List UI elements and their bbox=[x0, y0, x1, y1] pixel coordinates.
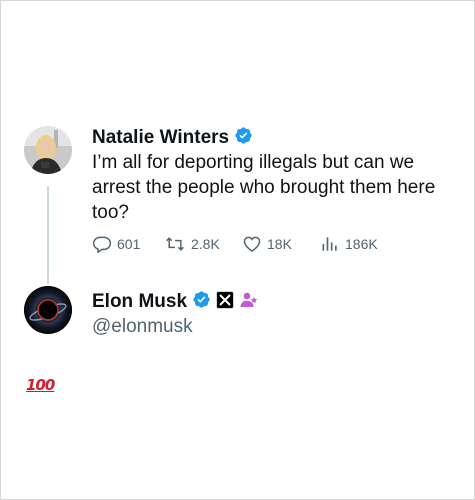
original-author-name[interactable]: Natalie Winters bbox=[92, 127, 229, 149]
repost-button[interactable]: 2.8K bbox=[164, 234, 242, 254]
reply-button[interactable]: 601 bbox=[92, 234, 164, 254]
x-logo-badge-icon[interactable] bbox=[216, 290, 235, 314]
views-count: 186K bbox=[345, 236, 378, 252]
natalie-winters-avatar[interactable] bbox=[24, 126, 72, 174]
hundred-points-emoji: 100 bbox=[26, 376, 55, 395]
heart-icon bbox=[242, 234, 262, 254]
repost-count: 2.8K bbox=[191, 236, 220, 252]
reply-icon bbox=[92, 234, 112, 254]
like-button[interactable]: 18K bbox=[242, 234, 320, 254]
verified-badge-icon bbox=[192, 290, 211, 314]
hundred-points-text: 100 bbox=[26, 376, 55, 394]
like-count: 18K bbox=[267, 236, 292, 252]
thread-connector-line bbox=[47, 186, 49, 284]
verified-badge-icon bbox=[234, 126, 253, 150]
repost-icon bbox=[164, 234, 186, 254]
reply-author-handle[interactable]: @elonmusk bbox=[92, 316, 193, 338]
elon-musk-avatar[interactable] bbox=[24, 286, 72, 334]
reply-author-name[interactable]: Elon Musk bbox=[92, 291, 187, 313]
views-button[interactable]: 186K bbox=[320, 234, 400, 254]
reply-count: 601 bbox=[117, 236, 141, 252]
views-chart-icon bbox=[320, 234, 340, 254]
government-person-icon bbox=[239, 291, 259, 314]
original-tweet-text: I’m all for deporting illegals but can w… bbox=[92, 152, 436, 223]
